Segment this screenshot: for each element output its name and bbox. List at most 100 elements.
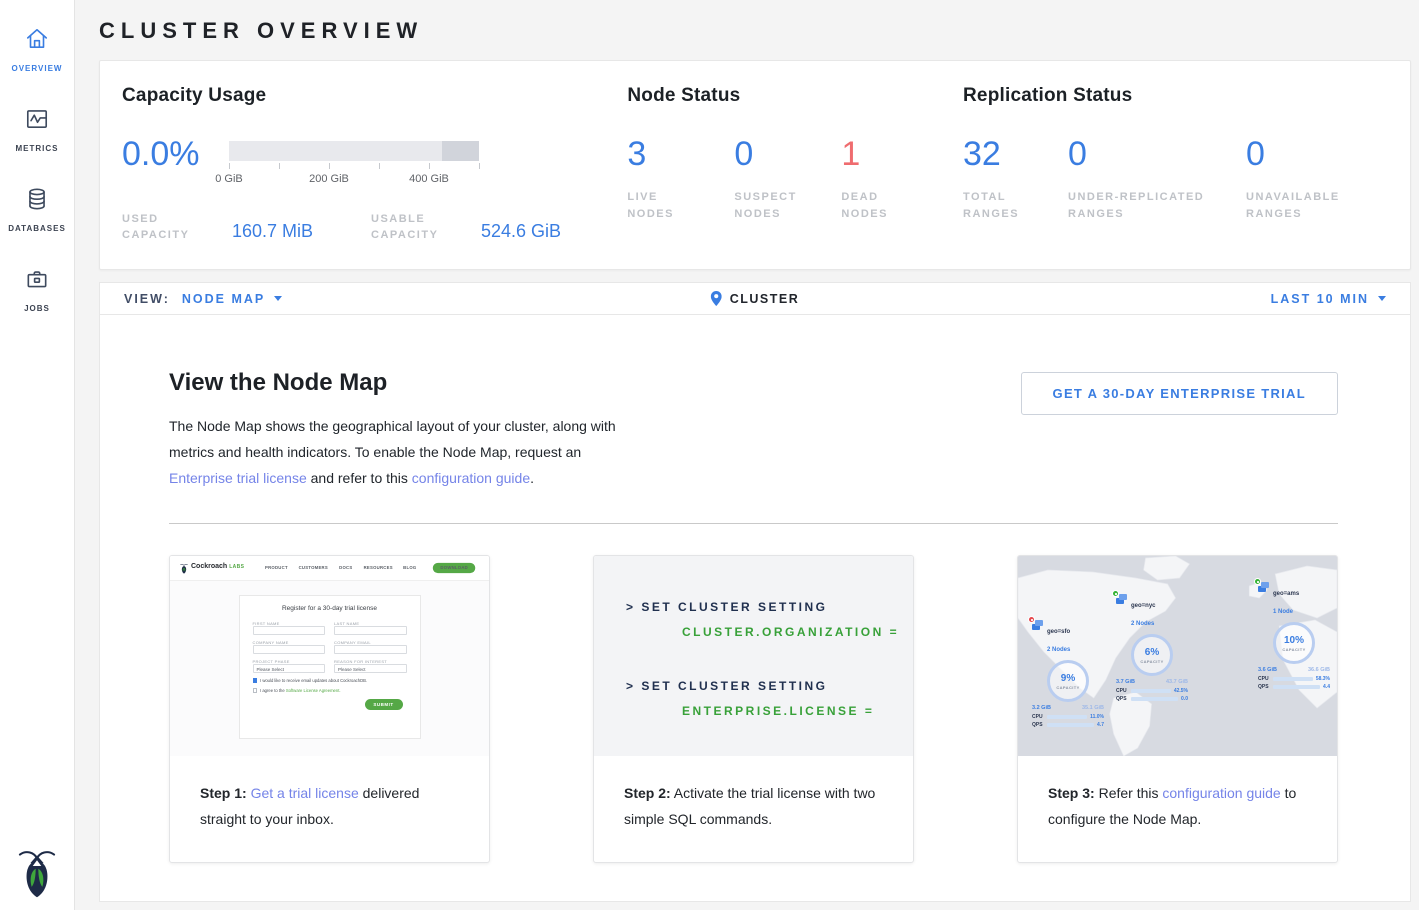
used-gib: 3.2 GiB (1032, 705, 1051, 711)
description-text: and refer to this (307, 470, 412, 486)
capacity-percent: 6% (1145, 647, 1159, 658)
qps-value: 4.7 (1097, 722, 1104, 728)
description-text: The Node Map shows the geographical layo… (169, 418, 616, 460)
capacity-word: CAPACITY (1056, 685, 1079, 690)
total-ranges-value: 32 (963, 135, 1068, 173)
map-pin-icon (711, 291, 722, 306)
chevron-down-icon (1378, 296, 1386, 301)
node-status-title: Node Status (627, 85, 963, 107)
cpu-label: CPU (1032, 714, 1044, 720)
under-replicated-ranges-label: UNDER-REPLICATED RANGES (1068, 189, 1246, 223)
sql-setting: ENTERPRISE.LICENSE = (626, 704, 893, 718)
step-label: Step 2: (624, 785, 671, 801)
under-replicated-ranges-stat: 0 UNDER-REPLICATED RANGES (1068, 135, 1246, 223)
qps-bar (1131, 697, 1178, 701)
capacity-used-percent: 0.0% (122, 135, 229, 173)
axis-tick-label: 400 GiB (409, 173, 449, 185)
license-agreement-link: Software License Agreement. (286, 688, 341, 693)
form-input (334, 626, 407, 635)
capacity-bar-reserved-segment (442, 141, 480, 161)
qps-value: 0.0 (1181, 696, 1188, 702)
checkbox-label: I agree to the (260, 688, 286, 693)
axis-tick-label: 200 GiB (309, 173, 349, 185)
page-title: CLUSTER OVERVIEW (99, 18, 1411, 44)
checkbox-label: I would like to receive email updates ab… (260, 678, 367, 683)
cpu-bar (1131, 689, 1171, 693)
jobs-icon (24, 266, 50, 297)
capacity-donut: 10% CAPACITY (1273, 622, 1315, 664)
qps-label: QPS (1116, 696, 1128, 702)
capacity-word: CAPACITY (1140, 659, 1163, 664)
sql-commands-thumbnail: > SET CLUSTER SETTING CLUSTER.ORGANIZATI… (594, 556, 913, 756)
dead-nodes-stat: 1 DEAD NODES (841, 135, 948, 223)
configuration-guide-link[interactable]: configuration guide (1162, 785, 1280, 801)
locale-name: geo=sfo (1047, 629, 1070, 635)
used-capacity-stat: USED CAPACITY 160.7 MiB (122, 211, 371, 243)
used-gib: 3.7 GiB (1116, 679, 1135, 685)
cluster-summary-card: Capacity Usage 0.0% 0 GiB 200 GiB (99, 60, 1411, 270)
sidebar-item-jobs[interactable]: JOBS (0, 252, 74, 332)
locale-node-count: 1 Node (1273, 609, 1293, 615)
capacity-percent: 9% (1061, 673, 1075, 684)
checkbox-empty-icon (253, 688, 258, 693)
usable-gib: 43.7 GiB (1166, 679, 1188, 685)
time-range-dropdown[interactable]: LAST 10 MIN (1271, 292, 1386, 306)
capacity-bar-chart: 0 GiB 200 GiB 400 GiB (229, 141, 479, 187)
live-nodes-label: LIVE NODES (627, 189, 697, 223)
description-text: . (530, 470, 534, 486)
cpu-bar (1047, 715, 1087, 719)
used-capacity-value: 160.7 MiB (232, 221, 313, 243)
capacity-axis-ticks (229, 163, 479, 171)
checkbox-checked-icon (253, 678, 258, 683)
sidebar-item-databases[interactable]: DATABASES (0, 172, 74, 252)
status-ok-badge (1112, 590, 1119, 597)
capacity-bar (229, 141, 479, 161)
qps-bar (1273, 685, 1320, 689)
trial-license-site-thumbnail: Cockroach LABS PRODUCT CUSTOMERS DOCS RE… (170, 556, 489, 756)
home-icon (24, 26, 50, 57)
form-select: Please Select (334, 664, 407, 673)
used-capacity-label: USED CAPACITY (122, 211, 218, 243)
cpu-value: 58.3% (1316, 676, 1330, 682)
axis-tick-label: 0 GiB (215, 173, 243, 185)
submit-button: SUBMIT (365, 699, 403, 710)
form-input (253, 626, 326, 635)
cpu-label: CPU (1116, 688, 1128, 694)
cpu-value: 11.0% (1090, 714, 1104, 720)
unavailable-ranges-stat: 0 UNAVAILABLE RANGES (1246, 135, 1386, 223)
usable-gib: 36.6 GiB (1308, 667, 1330, 673)
get-trial-license-link[interactable]: Get a trial license (251, 785, 359, 801)
sidebar-item-overview[interactable]: OVERVIEW (0, 12, 74, 92)
unavailable-ranges-value: 0 (1246, 135, 1386, 173)
unavailable-ranges-label: UNAVAILABLE RANGES (1246, 189, 1356, 223)
main-content: CLUSTER OVERVIEW Capacity Usage 0.0% 0 (75, 0, 1419, 910)
node-status-section: Node Status 3 LIVE NODES 0 SUSPECT NODES… (627, 85, 963, 243)
get-enterprise-trial-button[interactable]: GET A 30-DAY ENTERPRISE TRIAL (1021, 372, 1338, 415)
capacity-word: CAPACITY (1282, 647, 1305, 652)
enterprise-trial-license-link[interactable]: Enterprise trial license (169, 470, 307, 486)
sidebar-item-metrics[interactable]: METRICS (0, 92, 74, 172)
view-selector-dropdown[interactable]: NODE MAP (182, 292, 282, 306)
total-ranges-label: TOTAL RANGES (963, 189, 1033, 223)
cockroach-labs-logo[interactable] (18, 846, 56, 898)
form-input (253, 645, 326, 654)
site-nav-item: BLOG (403, 565, 416, 570)
caption-text: Refer this (1095, 785, 1163, 801)
under-replicated-ranges-value: 0 (1068, 135, 1246, 173)
site-nav-item: RESOURCES (363, 565, 392, 570)
status-error-badge (1028, 616, 1035, 623)
time-range-value: LAST 10 MIN (1271, 292, 1369, 306)
suspect-nodes-value: 0 (734, 135, 841, 173)
site-nav-item: DOCS (339, 565, 352, 570)
map-locale-ams: geo=ams1 Node 10% CAPACITY 3.6 GiB36.6 G… (1258, 582, 1330, 690)
used-gib: 3.6 GiB (1258, 667, 1277, 673)
configuration-guide-link[interactable]: configuration guide (412, 470, 530, 486)
step-2-card: > SET CLUSTER SETTING CLUSTER.ORGANIZATI… (593, 555, 914, 863)
capacity-donut: 9% CAPACITY (1047, 660, 1089, 702)
site-nav-item: CUSTOMERS (299, 565, 328, 570)
sidebar-item-label: JOBS (24, 304, 50, 313)
qps-label: QPS (1032, 722, 1044, 728)
nodes-cube-icon (1258, 582, 1269, 593)
step-1-card: Cockroach LABS PRODUCT CUSTOMERS DOCS RE… (169, 555, 490, 863)
form-title: Register for a 30-day trial license (253, 605, 407, 612)
